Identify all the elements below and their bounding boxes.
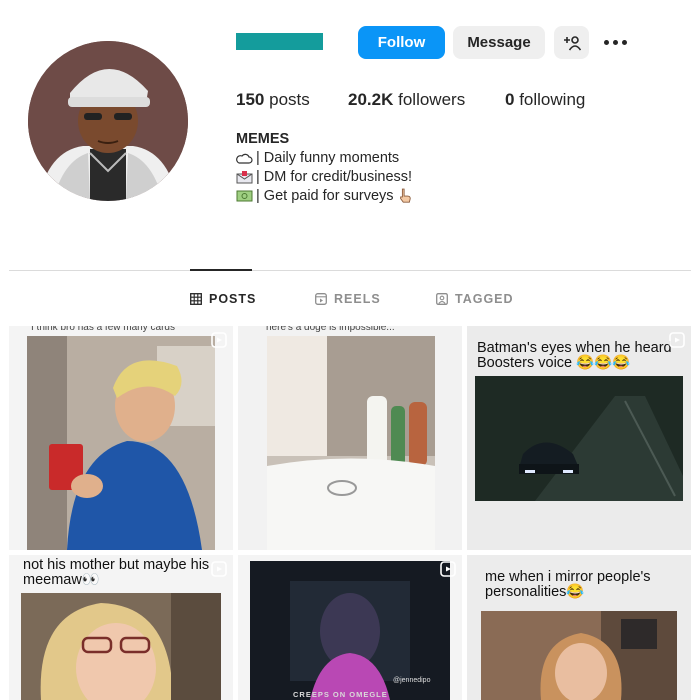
tab-tagged[interactable]: TAGGED (436, 292, 514, 306)
post-image (27, 336, 215, 550)
tab-reels[interactable]: REELS (315, 292, 381, 306)
reel-indicator-icon (211, 561, 227, 577)
tab-divider (9, 270, 691, 271)
post-image (475, 376, 683, 501)
post-thumbnail[interactable]: I think bro has a few many cards (9, 326, 233, 550)
suggest-user-button[interactable] (554, 26, 589, 59)
watermark-text: @jennedipo (393, 677, 431, 684)
dot-icon (621, 39, 627, 45)
follow-button[interactable]: Follow (358, 26, 445, 59)
followers-stat[interactable]: 20.2K followers (348, 90, 465, 110)
post-thumbnail[interactable]: @jennedipo CREEPS ON OMEGLE (238, 555, 462, 700)
bio-name: MEMES (236, 131, 290, 147)
post-caption: here's a doge is impossible... (266, 326, 395, 333)
post-caption: Batman's eyes when he heard Boosters voi… (477, 340, 672, 371)
post-caption: I think bro has a few many cards (31, 326, 175, 333)
money-icon (236, 190, 253, 202)
overlay-text: CREEPS ON OMEGLE (293, 690, 388, 699)
reels-icon (315, 293, 327, 305)
bio-line: | DM for credit/business! (236, 169, 412, 185)
post-thumbnail[interactable]: Batman's eyes when he heard Boosters voi… (467, 326, 691, 550)
username-redacted (236, 33, 323, 50)
post-thumbnail[interactable]: here's a doge is impossible... (238, 326, 462, 550)
avatar-illustration (28, 41, 188, 201)
grid-icon (190, 293, 202, 305)
bio-line: | Daily funny moments (236, 150, 399, 166)
post-thumbnail[interactable]: not his mother but maybe his meemaw👀 (9, 555, 233, 700)
pointing-down-icon (399, 188, 411, 203)
post-caption: me when i mirror people's personalities😂 (485, 569, 651, 600)
add-user-icon (563, 35, 581, 50)
profile-avatar[interactable] (28, 41, 188, 201)
cloud-icon (236, 153, 253, 164)
following-stat[interactable]: 0 following (505, 90, 585, 110)
reel-indicator-icon (669, 332, 685, 348)
tab-posts[interactable]: POSTS (190, 292, 256, 306)
tagged-icon (436, 293, 448, 305)
message-button[interactable]: Message (453, 26, 545, 59)
active-tab-indicator (190, 269, 252, 271)
more-options-button[interactable] (600, 30, 630, 54)
posts-stat: 150 posts (236, 90, 310, 109)
reel-indicator-icon (211, 332, 227, 348)
post-image (481, 611, 677, 700)
post-image (267, 336, 435, 550)
dot-icon (612, 39, 618, 45)
reel-indicator-icon (440, 561, 456, 577)
post-thumbnail[interactable]: me when i mirror people's personalities😂 (467, 555, 691, 700)
post-caption: not his mother but maybe his meemaw👀 (23, 557, 210, 588)
mail-icon (236, 171, 253, 184)
bio-line: | Get paid for surveys (236, 188, 412, 204)
post-image (21, 593, 221, 700)
dot-icon (603, 39, 609, 45)
